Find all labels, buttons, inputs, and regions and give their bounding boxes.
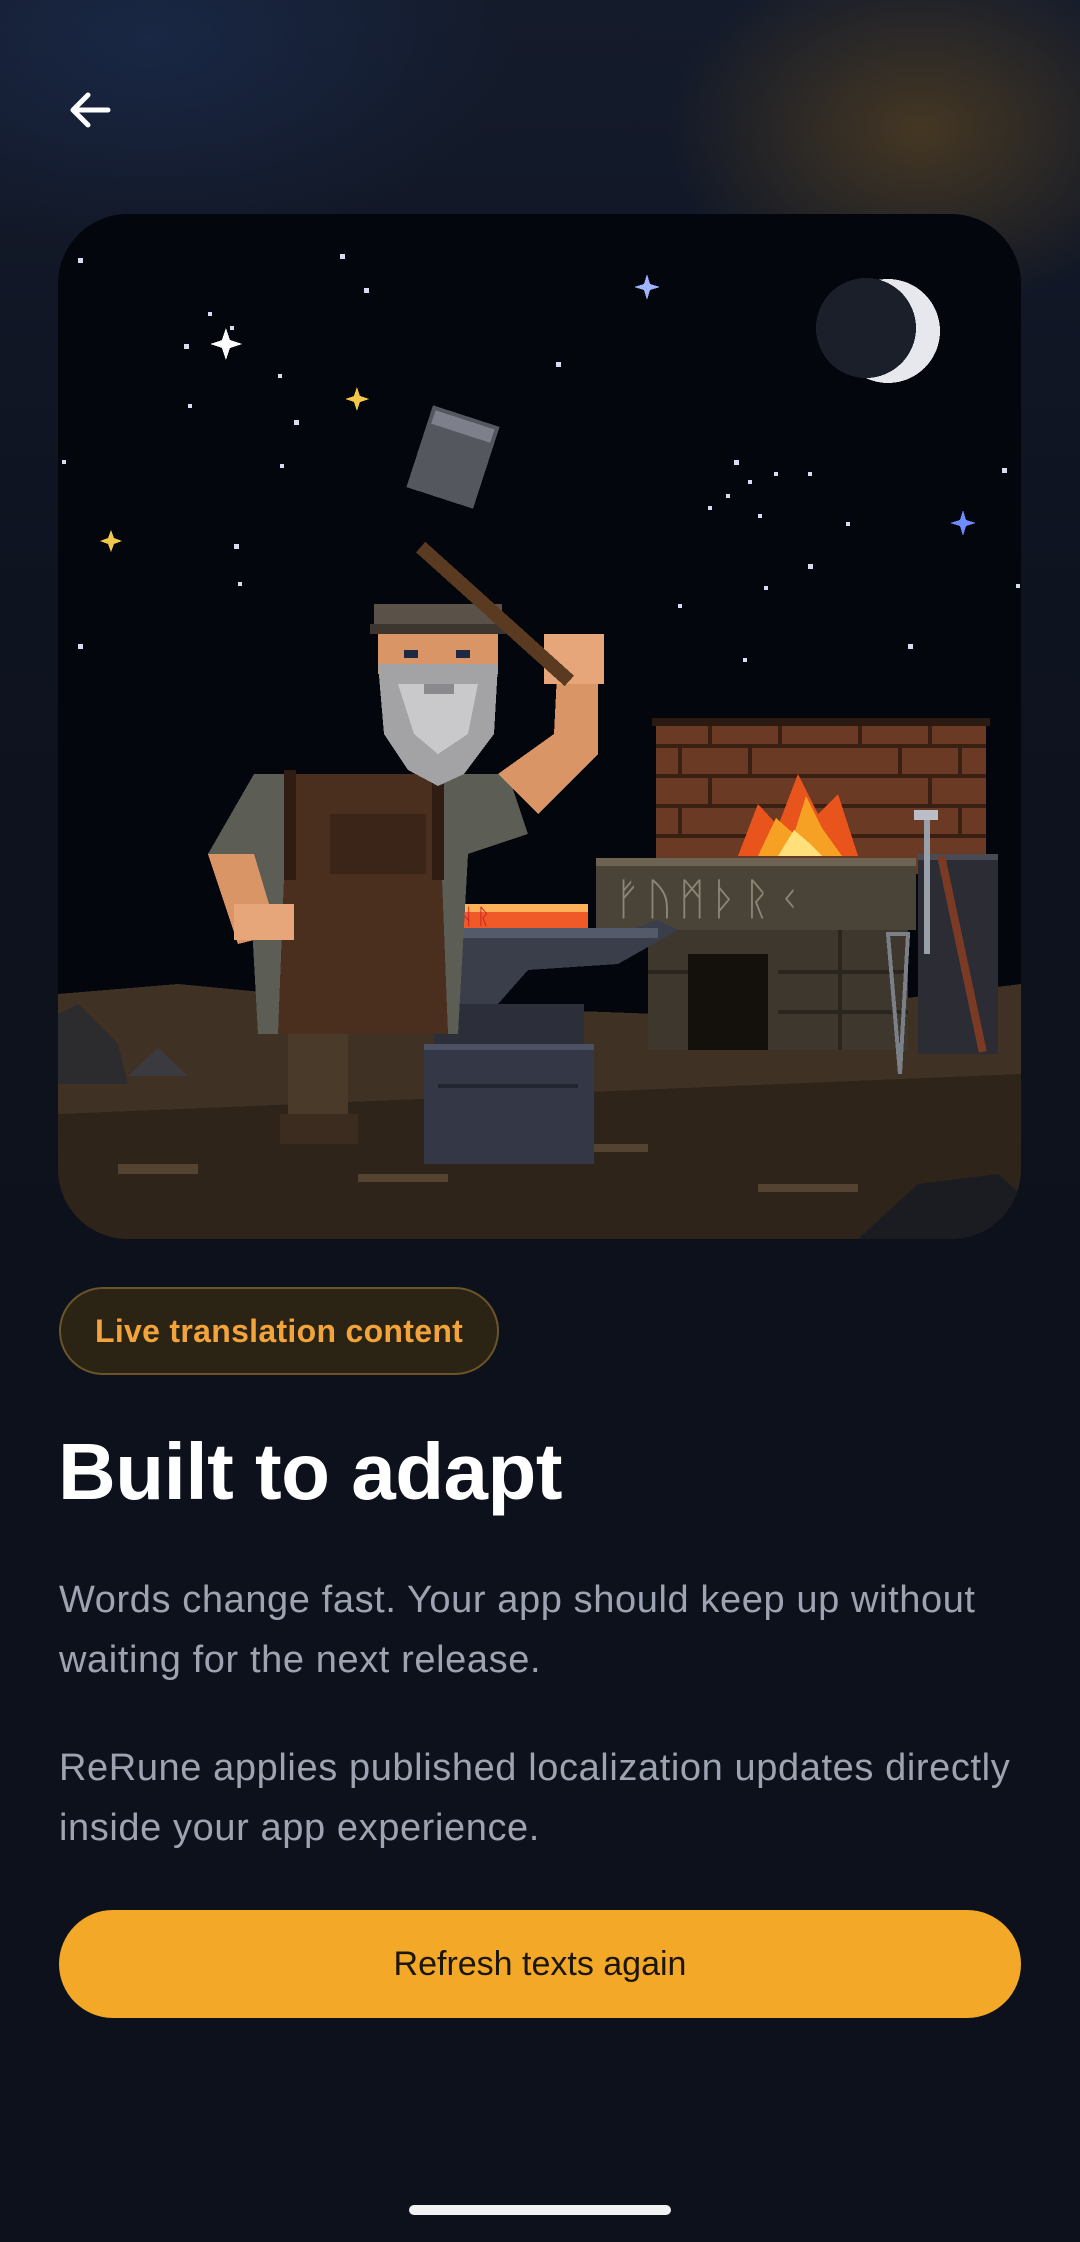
refresh-texts-label: Refresh texts again bbox=[393, 1944, 687, 1983]
refresh-texts-button[interactable]: Refresh texts again bbox=[59, 1910, 1021, 2018]
live-translation-badge: Live translation content bbox=[59, 1287, 500, 1375]
page-title: Built to adapt bbox=[58, 1427, 563, 1516]
back-button[interactable] bbox=[50, 70, 130, 150]
description-paragraph-2: ReRune applies published localization up… bbox=[59, 1747, 1011, 1849]
home-indicator[interactable] bbox=[409, 2205, 671, 2215]
description-paragraph-1: Words change fast. Your app should keep … bbox=[59, 1579, 976, 1681]
forge-runes: ᚠᚢᛗᚦᚱᚲ bbox=[614, 874, 808, 925]
arrow-left-icon bbox=[70, 92, 111, 128]
hero-illustration: ᚠᚢᛗᚦᚱᚲ bbox=[58, 214, 1021, 1239]
